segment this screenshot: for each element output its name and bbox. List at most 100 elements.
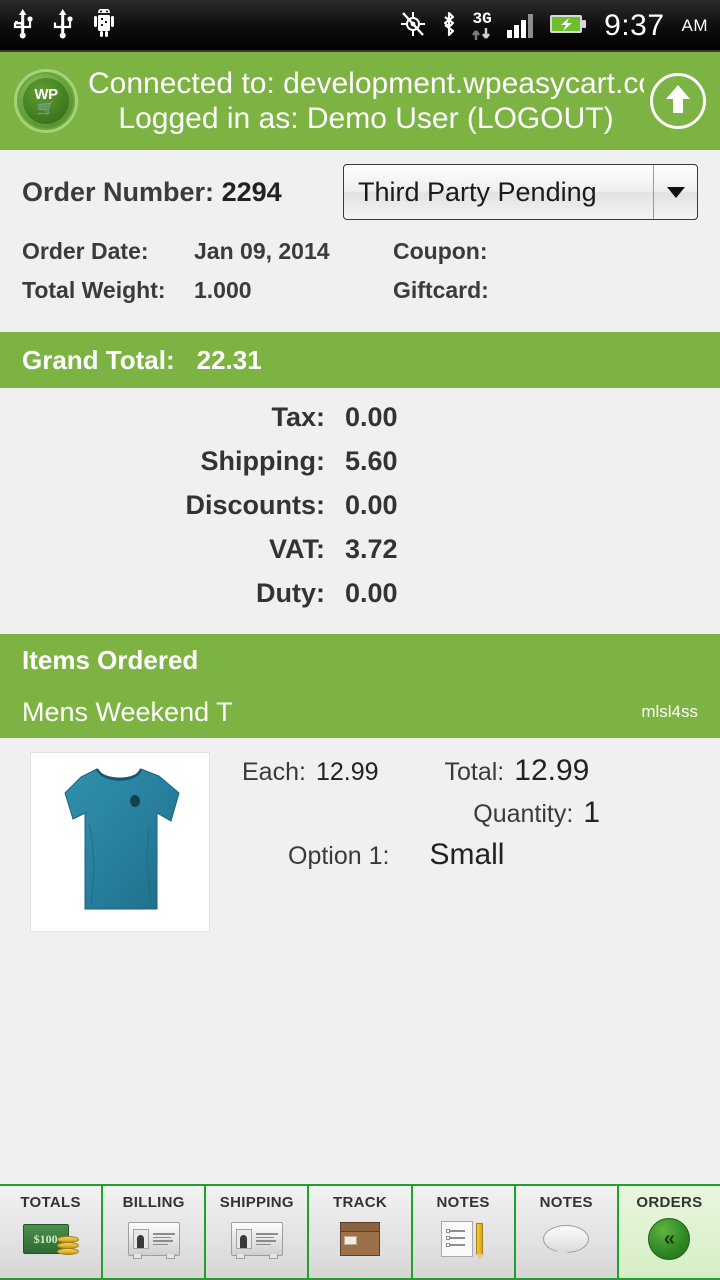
tax-value: 0.00 [345,402,398,432]
tab-track[interactable]: TRACK [309,1186,413,1278]
item-title-bar[interactable]: Mens Weekend T mlsl4ss [0,686,720,738]
items-ordered-label: Items Ordered [22,644,199,675]
totals-row: VAT: 3.72 [0,534,720,578]
discounts-value: 0.00 [345,490,398,520]
order-number-value: 2294 [221,176,282,207]
order-status-value: Third Party Pending [358,176,597,207]
quantity-label: Quantity: [473,800,574,828]
gps-off-icon [399,10,427,43]
total-weight-value: 1.000 [194,277,252,303]
back-chevrons-icon: « [648,1216,691,1262]
total-weight-row: Total Weight: 1.000 Giftcard: [22,277,698,316]
logged-in-label[interactable]: Logged in as: Demo User (LOGOUT) [118,101,613,136]
duty-label: Duty: [256,578,325,608]
giftcard-label: Giftcard: [393,277,489,303]
address-card-icon [127,1216,180,1262]
shipping-label: Shipping: [200,446,325,476]
coins-stack [56,1235,79,1255]
grand-total-label: Grand Total: [22,344,175,375]
app-root: 3G 9:37 AM WP 🛒 Connected to: developmen… [0,0,720,1280]
status-bar: 3G 9:37 AM [0,0,720,52]
status-bar-clock: 9:37 [604,9,665,42]
each-value: 12.99 [315,758,379,786]
tab-notes-customer-label: NOTES [539,1194,593,1211]
bluetooth-icon [440,10,458,43]
battery-charging-icon [549,13,587,40]
option1-label: Option 1: [288,842,390,870]
item-total-label: Total: [444,758,505,786]
order-number: Order Number: 2294 [22,177,282,208]
totals-list: Tax: 0.00 Shipping: 5.60 Discounts: 0.00… [0,388,720,634]
bottom-tab-bar: TOTALS $100 BILLING SHIPPING TRACK NOTES… [0,1184,720,1280]
item-total-value: 12.99 [514,754,590,787]
item-body: Each: 12.99 Total: 12.99 Quantity: 1 Opt… [0,738,720,932]
item-quantity-row: Quantity: 1 [242,796,720,838]
usb-icon [52,8,74,44]
vat-value: 3.72 [345,534,398,564]
tax-label: Tax: [271,402,325,432]
content-filler [0,932,720,1184]
order-number-label: Order Number: [22,176,215,207]
tab-totals[interactable]: TOTALS $100 [0,1186,104,1278]
item-option-row: Option 1: Small [242,838,720,882]
status-bar-ampm: AM [681,16,708,35]
each-label: Each: [242,758,306,786]
connected-to-label: Connected to: development.wpeasycart.cc [88,66,644,100]
tab-orders-label: ORDERS [636,1194,703,1211]
coupon-group: Coupon: [393,238,698,265]
item-thumbnail[interactable] [30,752,210,932]
quantity-value: 1 [583,796,600,829]
items-ordered-header: Items Ordered [0,634,720,686]
grand-total-value: 22.31 [196,344,262,375]
option1-value: Small [429,838,505,871]
signal-bars-icon [506,10,536,43]
tab-billing-label: BILLING [122,1194,185,1211]
wpeasycart-logo: WP 🛒 [14,69,78,133]
order-meta: Order Date: Jan 09, 2014 Coupon: Total W… [0,234,720,332]
tab-billing[interactable]: BILLING [103,1186,207,1278]
total-weight-label: Total Weight: [22,277,166,303]
grand-total-bar: Grand Total: 22.31 [0,332,720,388]
vat-label: VAT: [269,534,325,564]
network-type-label: 3G [472,10,492,28]
tab-totals-label: TOTALS [20,1194,81,1211]
usb-icon [12,8,34,44]
scroll-top-button[interactable] [650,73,706,129]
item-info: Each: 12.99 Total: 12.99 Quantity: 1 Opt… [210,752,720,932]
dropdown-arrow-button[interactable] [653,165,697,219]
money-icon: $100 [22,1216,79,1262]
item-name: Mens Weekend T [22,696,233,727]
giftcard-group: Giftcard: [393,277,698,304]
tab-notes-internal-label: NOTES [436,1194,490,1211]
totals-row: Shipping: 5.60 [0,446,720,490]
orders-back-button[interactable]: « [648,1218,691,1260]
tab-notes-customer[interactable]: NOTES [515,1186,619,1278]
status-bar-left-icons [12,6,116,44]
android-robot-icon [92,6,116,44]
tab-track-label: TRACK [332,1194,387,1211]
address-card-icon [230,1216,283,1262]
3g-data-icon: 3G [471,11,493,41]
tab-shipping-label: SHIPPING [219,1194,294,1211]
notepad-pencil-icon [441,1216,485,1262]
duty-value: 0.00 [345,578,398,608]
tshirt-image [64,768,180,910]
shipping-value: 5.60 [345,446,398,476]
app-header: WP 🛒 Connected to: development.wpeasycar… [0,52,720,150]
chevron-down-icon [666,186,685,198]
totals-row: Duty: 0.00 [0,578,720,622]
shopping-cart-icon: 🛒 [37,100,55,116]
package-box-icon [339,1216,380,1262]
logo-inner: WP 🛒 [23,78,69,124]
coupon-label: Coupon: [393,238,488,264]
order-header-row: Order Number: 2294 Third Party Pending [0,150,720,234]
order-date-label: Order Date: [22,238,149,264]
tab-shipping[interactable]: SHIPPING [206,1186,310,1278]
tab-notes-internal[interactable]: NOTES [412,1186,516,1278]
totals-row: Tax: 0.00 [0,402,720,446]
order-status-dropdown[interactable]: Third Party Pending [343,164,698,220]
tab-orders[interactable]: ORDERS « [618,1186,720,1278]
order-date-value: Jan 09, 2014 [194,238,330,264]
order-date-row: Order Date: Jan 09, 2014 Coupon: [22,238,698,277]
speech-bubble-icon [543,1216,590,1262]
